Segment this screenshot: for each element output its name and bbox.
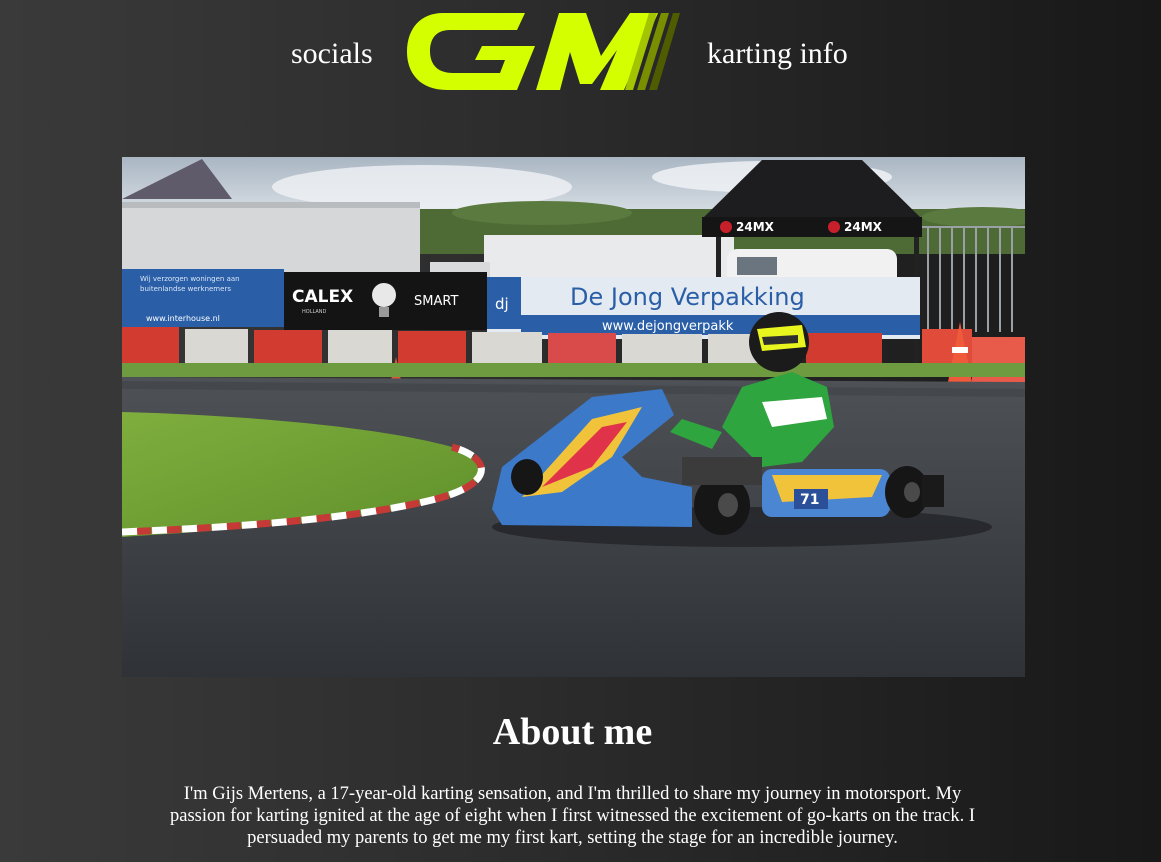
banner-smart: SMART <box>414 294 458 309</box>
bulb-icon <box>372 283 396 307</box>
tent-brand-right: 24MX <box>844 220 883 234</box>
banner-interhouse-line1: Wij verzorgen woningen aan <box>140 275 240 283</box>
karting-photo-illustration: 24MX 24MX Wij verzorgen woningen aan bui… <box>122 157 1025 677</box>
tent-logo-right-icon <box>828 221 840 233</box>
about-line-2: passion for karting ignited at the age o… <box>169 806 976 826</box>
about-paragraph: I'm Gijs Mertens, a 17-year-old karting … <box>120 783 1025 849</box>
gm-logo[interactable] <box>405 10 680 93</box>
nav-link-socials[interactable]: socials <box>291 34 373 74</box>
top-navigation: socials karting info <box>0 0 1161 110</box>
hero-karting-photo: 24MX 24MX Wij verzorgen woningen aan bui… <box>122 157 1025 677</box>
gm-logo-mark <box>407 13 680 90</box>
nav-link-karting-info[interactable]: karting info <box>707 34 848 74</box>
kart-number: 71 <box>800 492 819 508</box>
about-heading: About me <box>492 711 653 753</box>
banner-interhouse-url: www.interhouse.nl <box>146 314 220 323</box>
banner-calex-sub: HOLLAND <box>302 309 327 315</box>
banner-dejong-url: www.dejongverpakk <box>602 319 734 334</box>
banner-calex: CALEX <box>292 287 353 307</box>
about-line-3: persuaded my parents to get me my first … <box>247 828 898 848</box>
banner-interhouse-line2: buitenlandse werknemers <box>140 285 231 293</box>
tent-brand-left: 24MX <box>736 220 775 234</box>
about-line-1: I'm Gijs Mertens, a 17-year-old karting … <box>183 784 962 804</box>
banner-dejong-title: De Jong Verpakking <box>570 283 805 311</box>
tent-logo-left-icon <box>720 221 732 233</box>
dejong-mark-icon: dj <box>495 295 509 313</box>
